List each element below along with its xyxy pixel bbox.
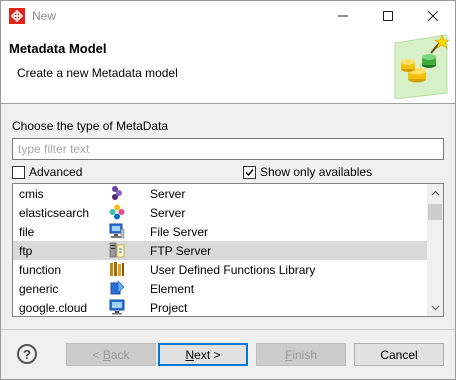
- choose-type-label: Choose the type of MetaData: [12, 119, 169, 133]
- chevron-down-icon: [431, 305, 439, 310]
- new-wizard-dialog: New Metadata Model Create a new Metadata…: [0, 0, 456, 380]
- cmis-server-icon: [112, 186, 122, 200]
- list-item-name: cmis: [19, 187, 44, 201]
- button-bar-separator: [1, 329, 455, 330]
- file-server-icon: [109, 223, 125, 239]
- list-item[interactable]: generic Element: [13, 279, 428, 298]
- list-item-description: Server: [150, 187, 186, 201]
- window-title: New: [32, 9, 57, 23]
- wizard-body: Choose the type of MetaData Advanced Sho…: [1, 105, 455, 330]
- ftp-server-icon: [109, 242, 125, 258]
- next-button[interactable]: Next >: [158, 343, 248, 366]
- app-logo-icon: [9, 8, 25, 24]
- finish-button-label: inish: [292, 347, 318, 362]
- minimize-button[interactable]: [320, 1, 365, 31]
- wizard-header: Metadata Model Create a new Metadata mod…: [1, 31, 455, 104]
- list-item-description: Element: [150, 282, 195, 296]
- advanced-checkbox-label: Advanced: [29, 165, 83, 179]
- back-button-prefix: <: [92, 347, 103, 362]
- advanced-checkbox-box[interactable]: [12, 165, 25, 179]
- help-icon: ?: [23, 346, 31, 362]
- list-item-description: Project: [150, 301, 188, 315]
- back-button-mnemonic: B: [102, 347, 111, 362]
- back-button[interactable]: < Back: [66, 343, 156, 366]
- maximize-button[interactable]: [365, 1, 410, 31]
- list-item-description: File Server: [150, 225, 209, 239]
- list-item-selected[interactable]: ftp FTP Server: [13, 241, 428, 260]
- function-library-icon: [110, 262, 124, 276]
- list-item[interactable]: file File Server: [13, 222, 428, 241]
- list-item-description: User Defined Functions Library: [150, 263, 316, 277]
- title-bar: New: [1, 1, 455, 31]
- list-item-name: function: [19, 263, 62, 277]
- list-item-name: file: [19, 225, 35, 239]
- page-description: Create a new Metadata model: [17, 66, 178, 80]
- minimize-icon: [337, 15, 348, 17]
- page-title: Metadata Model: [9, 41, 107, 56]
- list-item-description: FTP Server: [150, 244, 212, 258]
- list-item-name: google.cloud: [19, 301, 88, 315]
- close-button[interactable]: [410, 1, 455, 31]
- cancel-button-label: Cancel: [380, 347, 418, 362]
- list-item[interactable]: cmis Server: [13, 184, 428, 203]
- show-only-availables-label: Show only availables: [260, 165, 373, 179]
- chevron-up-icon: [431, 190, 439, 195]
- metadata-wizard-banner-icon: [394, 34, 450, 99]
- cancel-button[interactable]: Cancel: [354, 343, 444, 366]
- finish-button-mnemonic: F: [284, 347, 293, 362]
- list-item-description: Server: [150, 206, 186, 220]
- list-item[interactable]: google.cloud Project: [13, 298, 428, 316]
- list-item-name: generic: [19, 282, 59, 296]
- show-only-availables-checkbox-box[interactable]: [243, 165, 256, 179]
- checkmark-icon: [245, 168, 254, 176]
- maximize-icon: [382, 11, 393, 21]
- generic-element-icon: [110, 280, 125, 295]
- scroll-up-button[interactable]: [427, 184, 443, 201]
- filter-input[interactable]: [12, 138, 444, 160]
- list-item-name: elasticsearch: [19, 206, 90, 220]
- list-item[interactable]: function User Defined Functions Library: [13, 260, 428, 279]
- close-icon: [427, 11, 438, 21]
- next-button-label: ext >: [194, 347, 221, 362]
- metadata-type-list[interactable]: cmis Server elasticsearch Server file Fi…: [12, 183, 444, 317]
- elasticsearch-server-icon: [109, 204, 125, 220]
- scroll-down-button[interactable]: [427, 299, 443, 316]
- advanced-checkbox[interactable]: Advanced: [12, 164, 82, 180]
- finish-button[interactable]: Finish: [256, 343, 346, 366]
- help-button[interactable]: ?: [17, 344, 37, 364]
- list-item-name: ftp: [19, 244, 33, 258]
- scrollbar-thumb[interactable]: [428, 204, 442, 220]
- google-cloud-project-icon: [109, 299, 125, 315]
- back-button-label: ack: [110, 347, 130, 362]
- next-button-mnemonic: N: [185, 347, 195, 362]
- list-scrollbar[interactable]: [427, 184, 443, 316]
- list-item[interactable]: elasticsearch Server: [13, 203, 428, 222]
- show-only-availables-checkbox[interactable]: Show only availables: [243, 164, 372, 180]
